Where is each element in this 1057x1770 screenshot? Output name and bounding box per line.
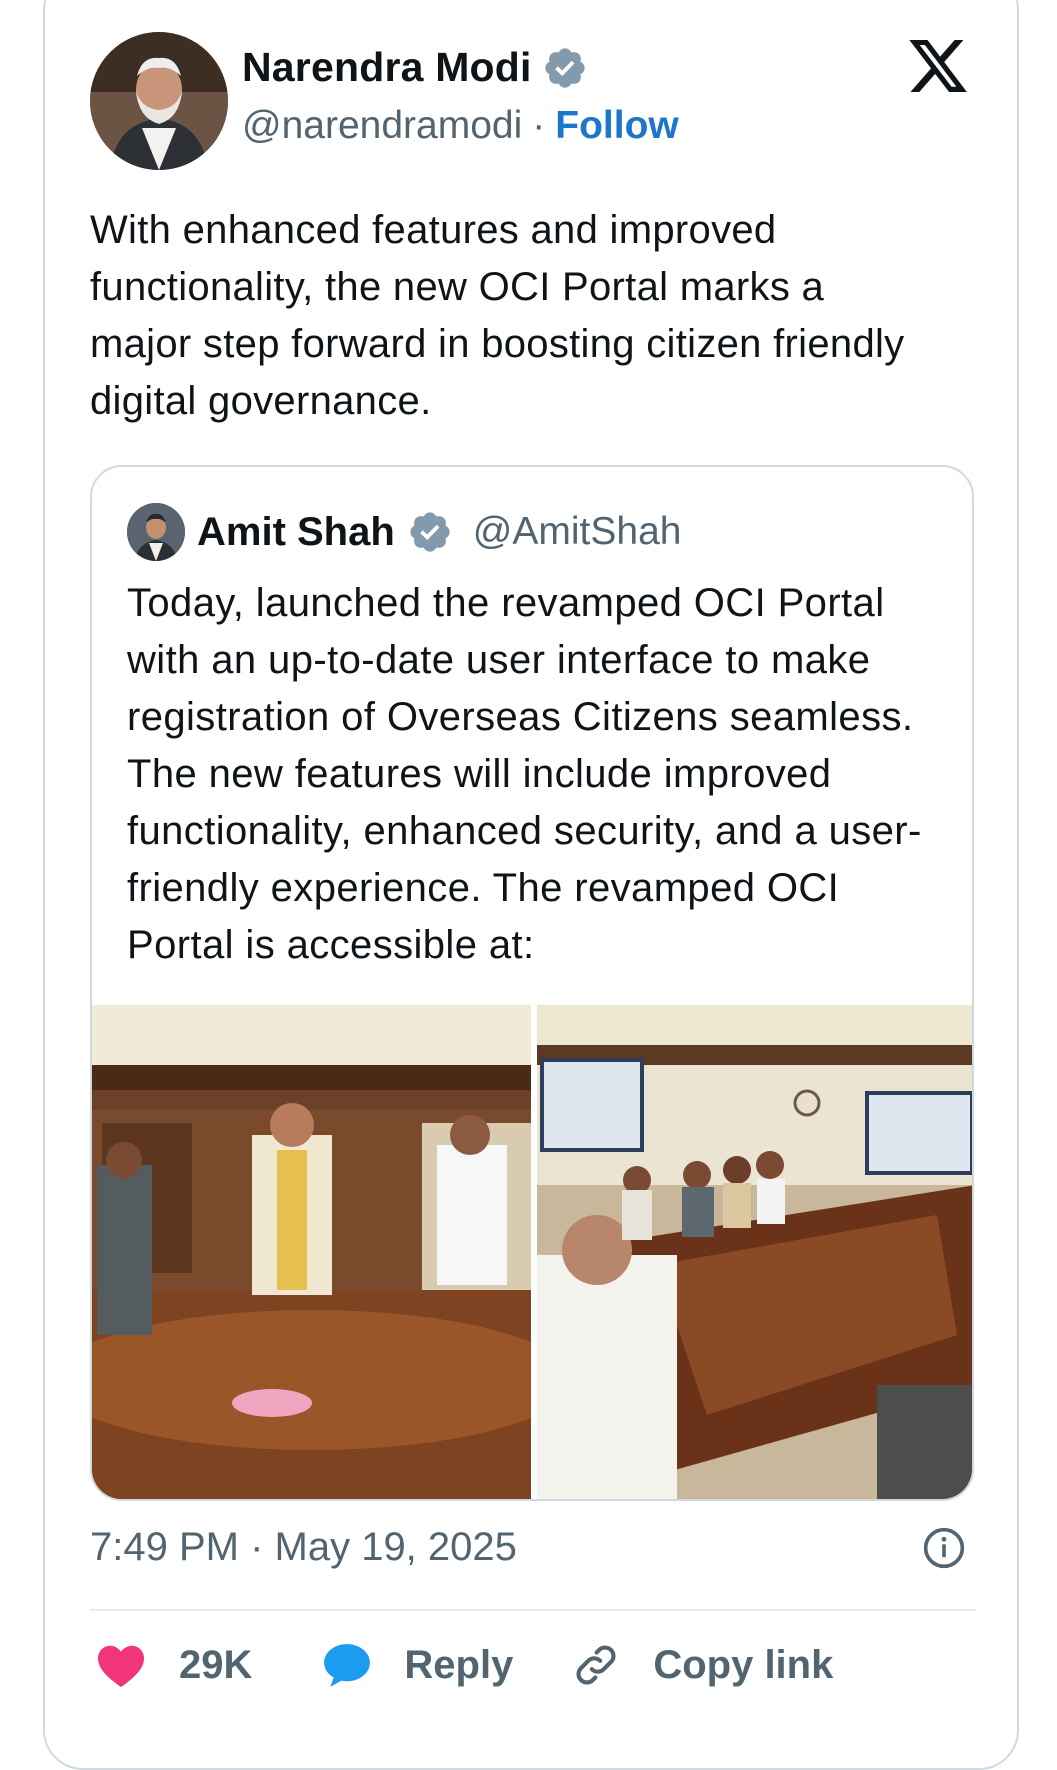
heart-icon: [98, 1645, 144, 1688]
follow-button[interactable]: Follow: [555, 104, 678, 148]
meeting-photo-left[interactable]: [92, 1005, 531, 1501]
info-icon[interactable]: [922, 1526, 966, 1570]
verified-badge-icon: [544, 47, 585, 88]
quote-media[interactable]: [92, 1005, 974, 1501]
x-logo-icon[interactable]: [905, 34, 971, 98]
author-avatar[interactable]: [90, 32, 228, 170]
quoted-tweet[interactable]: Amit Shah @AmitShah Today, launched the …: [90, 465, 974, 1501]
like-count: 29K: [179, 1642, 253, 1687]
verified-badge-icon: [410, 512, 450, 552]
action-bar: 29K Reply Copy link: [95, 1640, 881, 1690]
reply-bubble-icon: [324, 1644, 371, 1687]
copy-link-button[interactable]: Copy link: [571, 1640, 833, 1690]
author-name[interactable]: Narendra Modi: [242, 44, 532, 91]
reply-button[interactable]: Reply: [322, 1641, 513, 1689]
like-button[interactable]: 29K: [95, 1642, 252, 1688]
tweet-timestamp[interactable]: 7:49 PM · May 19, 2025: [90, 1525, 517, 1570]
reply-label: Reply: [404, 1642, 514, 1687]
meeting-photo-right[interactable]: [537, 1005, 974, 1501]
tweet-text: With enhanced features and improved func…: [90, 208, 905, 423]
quote-author-avatar[interactable]: [127, 503, 185, 561]
quote-author-name[interactable]: Amit Shah: [197, 510, 395, 555]
author-handle[interactable]: @narendramodi: [242, 104, 522, 148]
quote-text: Today, launched the revamped OCI Portal …: [127, 581, 922, 967]
copy-link-label: Copy link: [653, 1642, 834, 1687]
divider: [90, 1609, 976, 1611]
quote-author-handle[interactable]: @AmitShah: [473, 510, 682, 554]
handle-separator: ·: [532, 104, 546, 147]
link-icon: [576, 1645, 616, 1685]
